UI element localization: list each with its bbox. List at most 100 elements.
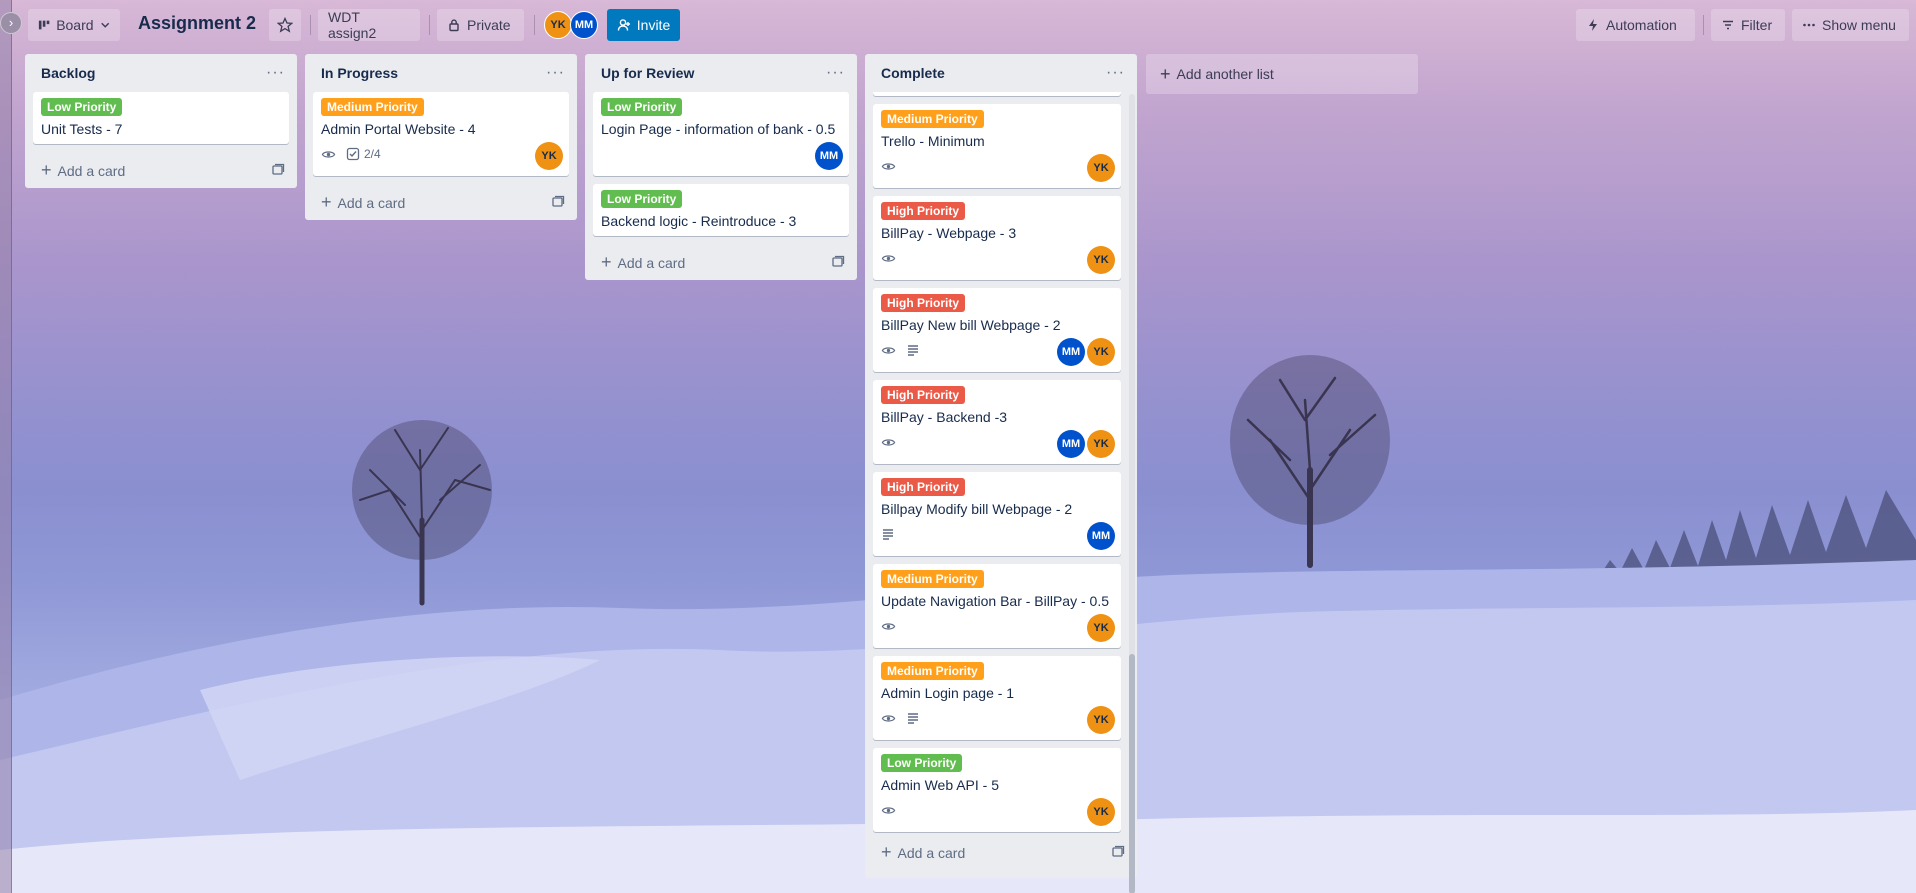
- add-card-button[interactable]: + Add a card: [25, 152, 297, 188]
- priority-label: High Priority: [881, 478, 966, 496]
- add-card-label: Add a card: [337, 194, 406, 211]
- priority-label: Medium Priority: [881, 662, 984, 680]
- star-board-button[interactable]: [269, 9, 301, 41]
- card[interactable]: Low Priority Login Page - information of…: [593, 92, 849, 176]
- card-member-avatar[interactable]: YK: [1087, 614, 1115, 642]
- card[interactable]: Low Priority Unit Tests - 7: [33, 92, 289, 144]
- lightning-icon: [1589, 19, 1597, 31]
- left-edge-strip: [0, 0, 12, 893]
- priority-label: High Priority: [881, 202, 966, 220]
- list-menu-icon[interactable]: ···: [826, 64, 845, 82]
- watch-eye-icon: [881, 714, 896, 722]
- list-menu-icon[interactable]: ···: [546, 64, 565, 82]
- card-member-avatar[interactable]: MM: [1057, 430, 1085, 458]
- filter-label: Filter: [1741, 17, 1773, 33]
- card[interactable]: High Priority Billpay Modify bill Webpag…: [873, 472, 1121, 556]
- priority-label: Low Priority: [881, 754, 963, 772]
- list-title[interactable]: In Progress: [321, 65, 398, 81]
- description-icon: [908, 713, 918, 724]
- card-title: Admin Web API - 5: [881, 777, 1000, 793]
- visibility-button[interactable]: Private: [437, 9, 524, 41]
- priority-label: Low Priority: [601, 98, 683, 116]
- card-title: Update Navigation Bar - BillPay - 0.5: [881, 593, 1109, 609]
- description-icon: [908, 345, 918, 356]
- card[interactable]: Low Priority Backend logic - Reintroduce…: [593, 184, 849, 236]
- board-members: YK MM: [544, 11, 598, 39]
- workspace-button[interactable]: WDT assign2: [318, 9, 420, 41]
- card-title: BillPay - Webpage - 3: [881, 225, 1017, 241]
- list-title[interactable]: Backlog: [41, 65, 95, 81]
- filter-button[interactable]: Filter: [1711, 9, 1785, 41]
- card-member-avatar[interactable]: YK: [1087, 246, 1115, 274]
- board-title[interactable]: Assignment 2: [138, 13, 256, 34]
- card[interactable]: Low Priority Admin Web API - 5 YK: [873, 748, 1121, 832]
- card-member-avatar[interactable]: MM: [815, 142, 843, 170]
- workspace-label: WDT assign2: [328, 9, 377, 41]
- card[interactable]: High Priority BillPay New bill Webpage -…: [873, 288, 1121, 372]
- add-list-button[interactable]: + Add another list: [1146, 54, 1418, 94]
- template-icon[interactable]: [271, 163, 285, 177]
- list-title[interactable]: Up for Review: [601, 65, 694, 81]
- card-member-avatar[interactable]: YK: [1087, 154, 1115, 182]
- board-view-label: Board: [56, 17, 94, 33]
- template-icon[interactable]: [831, 255, 845, 269]
- board-view-button[interactable]: Board: [28, 9, 120, 41]
- star-icon: [277, 17, 293, 33]
- card[interactable]: Medium Priority Admin Login page - 1 YK: [873, 656, 1121, 740]
- card-title: Admin Login page - 1: [881, 685, 1015, 701]
- watch-eye-icon: [881, 254, 896, 262]
- automation-label: Automation: [1606, 17, 1677, 33]
- watch-eye-icon: [881, 622, 896, 630]
- add-card-label: Add a card: [617, 254, 686, 271]
- priority-label: Low Priority: [41, 98, 123, 116]
- list-menu-icon[interactable]: ···: [266, 64, 285, 82]
- priority-label: High Priority: [881, 294, 966, 312]
- card-title: Unit Tests - 7: [41, 121, 123, 137]
- list-menu-icon[interactable]: ···: [1106, 64, 1125, 82]
- filter-icon: [1723, 20, 1733, 30]
- invite-button[interactable]: Invite: [607, 9, 680, 41]
- card-member-avatar[interactable]: YK: [1087, 706, 1115, 734]
- automation-button[interactable]: Automation: [1576, 9, 1695, 41]
- board-icon: [38, 20, 50, 30]
- card-member-avatar[interactable]: YK: [535, 142, 563, 170]
- priority-label: High Priority: [881, 386, 966, 404]
- card-title: Admin Portal Website - 4: [321, 121, 476, 137]
- card-member-avatar[interactable]: MM: [1057, 338, 1085, 366]
- card[interactable]: Medium Priority Update Navigation Bar - …: [873, 564, 1121, 648]
- card-member-avatar[interactable]: YK: [1087, 798, 1115, 826]
- member-avatar[interactable]: YK: [544, 11, 572, 39]
- add-card-button[interactable]: + Add a card: [865, 834, 1137, 870]
- visibility-label: Private: [467, 17, 511, 33]
- template-icon[interactable]: [1111, 845, 1125, 859]
- watch-eye-icon: [881, 806, 896, 814]
- add-card-button[interactable]: + Add a card: [305, 184, 577, 220]
- description-icon: [883, 529, 893, 540]
- card[interactable]: Medium Priority Admin Portal Website - 4…: [313, 92, 569, 176]
- priority-label: Low Priority: [601, 190, 683, 208]
- card-member-avatar[interactable]: MM: [1087, 522, 1115, 550]
- card-member-avatar[interactable]: YK: [1087, 338, 1115, 366]
- card[interactable]: High Priority BillPay - Backend -3 MM YK: [873, 380, 1121, 464]
- board-header: Board Assignment 2 WDT assign2 Private Y…: [0, 0, 1916, 50]
- watch-eye-icon: [881, 438, 896, 446]
- card[interactable]: High Priority BillPay - Webpage - 3 YK: [873, 196, 1121, 280]
- show-menu-button[interactable]: Show menu: [1792, 9, 1909, 41]
- list-in-progress: In Progress ··· Medium Priority Admin Po…: [305, 54, 577, 220]
- card[interactable]: Medium Priority Trello - Minimum YK: [873, 104, 1121, 188]
- watch-eye-icon: [881, 162, 896, 170]
- card-title: Trello - Minimum: [881, 133, 985, 149]
- template-icon[interactable]: [551, 195, 565, 209]
- add-user-icon: [617, 19, 630, 31]
- invite-label: Invite: [636, 17, 671, 33]
- list-title[interactable]: Complete: [881, 65, 945, 81]
- show-menu-label: Show menu: [1822, 17, 1896, 33]
- card-title: Login Page - information of bank - 0.5: [601, 121, 836, 137]
- checklist-count: 2/4: [364, 147, 381, 161]
- add-card-button[interactable]: + Add a card: [585, 244, 857, 280]
- more-icon: [1803, 23, 1815, 27]
- add-card-label: Add a card: [897, 844, 966, 861]
- member-avatar[interactable]: MM: [570, 11, 598, 39]
- card-member-avatar[interactable]: YK: [1087, 430, 1115, 458]
- list-up-for-review: Up for Review ··· Low Priority Login Pag…: [585, 54, 857, 280]
